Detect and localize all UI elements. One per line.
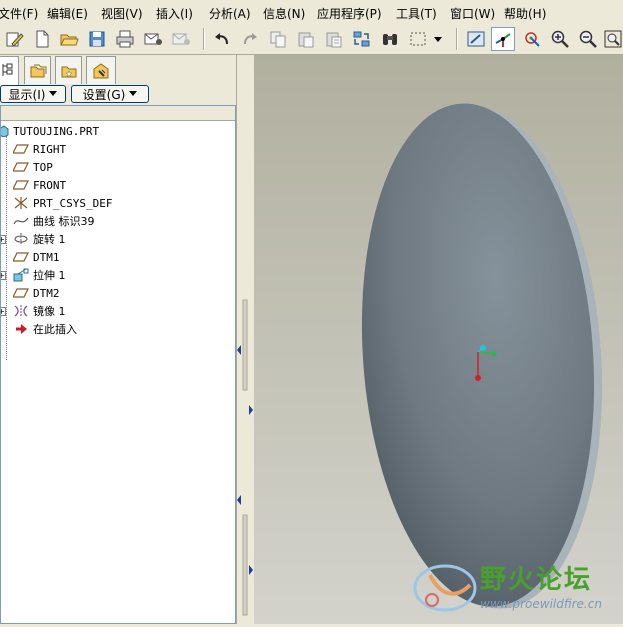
tree-item-extrude[interactable]: 拉伸 1	[13, 266, 66, 284]
menu-view[interactable]: 视图(V)	[101, 5, 143, 22]
undo-icon[interactable]	[210, 27, 234, 51]
watermark-title: 野火论坛	[480, 565, 593, 595]
expand-icon[interactable]: +	[1, 271, 6, 280]
save-icon[interactable]	[85, 27, 109, 51]
refit-icon[interactable]	[602, 27, 623, 51]
tab-connections[interactable]	[86, 56, 116, 84]
chevron-down-icon	[49, 91, 58, 96]
menu-applications[interactable]: 应用程序(P)	[317, 5, 382, 22]
mirror-icon	[14, 305, 28, 317]
search-binoculars-icon[interactable]	[378, 27, 402, 51]
tree-connector	[6, 136, 7, 360]
tab-folder-browser[interactable]	[24, 56, 51, 84]
tree-item-curve[interactable]: 曲线 标识39	[13, 212, 95, 230]
tree-item-label: 在此插入	[33, 323, 77, 336]
datum-plane-icon	[13, 288, 29, 298]
paste-special-icon[interactable]	[322, 27, 346, 51]
menu-file[interactable]: 文件(F)	[0, 5, 38, 22]
navigator-panel: 显示(I) 设置(G) TUTOUJING.PRT RIGHT TOP FRON…	[0, 55, 240, 624]
menu-bar: 文件(F) 编辑(E) 视图(V) 插入(I) 分析(A) 信息(N) 应用程序…	[0, 0, 623, 25]
show-dropdown-button[interactable]: 显示(I)	[0, 85, 66, 103]
tree-item-label: PRT_CSYS_DEF	[33, 196, 113, 210]
splitter-grip	[237, 299, 253, 616]
open-folder-icon[interactable]	[57, 27, 81, 51]
forum-watermark: 野火论坛 www.proewildfire.cn	[410, 555, 620, 621]
revolve-icon	[14, 233, 28, 245]
tree-item-csys[interactable]: PRT_CSYS_DEF	[13, 194, 112, 212]
main-toolbar	[0, 24, 623, 55]
menu-tools[interactable]: 工具(T)	[396, 5, 437, 22]
tree-item-top[interactable]: TOP	[13, 158, 53, 176]
model-tree: TUTOUJING.PRT RIGHT TOP FRONT PRT_CSYS_D…	[0, 105, 236, 624]
show-button-label: 显示(I)	[8, 87, 46, 102]
forum-logo	[413, 564, 477, 612]
part-icon	[1, 125, 9, 137]
datum-plane-icon	[13, 180, 29, 190]
tree-item-dtm2[interactable]: DTM2	[13, 284, 60, 302]
orient-mode-icon[interactable]	[520, 27, 544, 51]
tree-item-right[interactable]: RIGHT	[13, 140, 66, 158]
datum-plane-icon	[13, 144, 29, 154]
regenerate-icon[interactable]	[350, 27, 374, 51]
print-icon[interactable]	[113, 27, 137, 51]
tree-root-label: TUTOUJING.PRT	[13, 124, 100, 138]
tree-header	[1, 106, 235, 121]
zoom-out-icon[interactable]	[576, 27, 600, 51]
copy-icon[interactable]	[266, 27, 290, 51]
tree-root[interactable]: TUTOUJING.PRT	[1, 122, 100, 140]
tree-item-mirror[interactable]: 镜像 1	[13, 302, 66, 320]
tree-item-label: FRONT	[33, 178, 67, 192]
tree-item-label: TOP	[33, 160, 53, 174]
repaint-icon[interactable]	[464, 27, 488, 51]
menu-analysis[interactable]: 分析(A)	[209, 5, 251, 22]
redo-icon[interactable]	[238, 27, 262, 51]
chevron-down-icon	[129, 91, 138, 96]
datum-plane-icon	[13, 162, 29, 172]
insert-here-arrow-icon	[16, 324, 27, 334]
datum-plane-icon	[13, 252, 29, 262]
graphics-window[interactable]: 野火论坛 www.proewildfire.cn	[254, 55, 623, 624]
tree-item-label: DTM1	[33, 250, 60, 264]
tree-item-label: DTM2	[33, 286, 60, 300]
menu-help[interactable]: 帮助(H)	[504, 5, 546, 22]
csys-icon	[14, 197, 28, 209]
tab-model-tree[interactable]	[0, 56, 19, 85]
tab-favorites[interactable]	[55, 56, 82, 84]
tree-item-label: 镜像 1	[33, 305, 66, 318]
tree-item-label: RIGHT	[33, 142, 67, 156]
menu-info[interactable]: 信息(N)	[263, 5, 305, 22]
settings-dropdown-button[interactable]: 设置(G)	[71, 85, 149, 103]
send-mail-disabled-icon[interactable]	[169, 27, 193, 51]
expand-icon[interactable]: +	[1, 235, 6, 244]
tree-item-label: 拉伸 1	[33, 269, 66, 282]
menu-window[interactable]: 窗口(W)	[450, 5, 495, 22]
menu-edit[interactable]: 编辑(E)	[47, 5, 88, 22]
extrude-icon	[13, 268, 29, 282]
zoom-in-icon[interactable]	[548, 27, 572, 51]
spin-center-icon[interactable]	[491, 27, 515, 51]
model-display	[361, 103, 603, 609]
menu-insert[interactable]: 插入(I)	[156, 5, 193, 22]
curve-icon	[13, 217, 29, 225]
tree-item-revolve[interactable]: 旋转 1	[13, 230, 66, 248]
tree-item-label: 旋转 1	[33, 233, 66, 246]
selection-box-icon[interactable]	[406, 27, 430, 51]
settings-button-label: 设置(G)	[82, 87, 126, 102]
watermark-url: www.proewildfire.cn	[480, 597, 602, 611]
edit-icon[interactable]	[2, 27, 26, 51]
new-file-icon[interactable]	[30, 27, 54, 51]
paste-icon[interactable]	[294, 27, 318, 51]
dropdown-arrow-icon[interactable]	[430, 27, 446, 51]
panel-splitter[interactable]	[236, 55, 255, 624]
tree-item-dtm1[interactable]: DTM1	[13, 248, 60, 266]
expand-icon[interactable]: +	[1, 307, 6, 316]
tree-item-front[interactable]: FRONT	[13, 176, 66, 194]
tree-item-label: 曲线 标识39	[33, 215, 95, 228]
send-mail-icon[interactable]	[141, 27, 165, 51]
tree-item-insert-here[interactable]: 在此插入	[13, 320, 77, 338]
